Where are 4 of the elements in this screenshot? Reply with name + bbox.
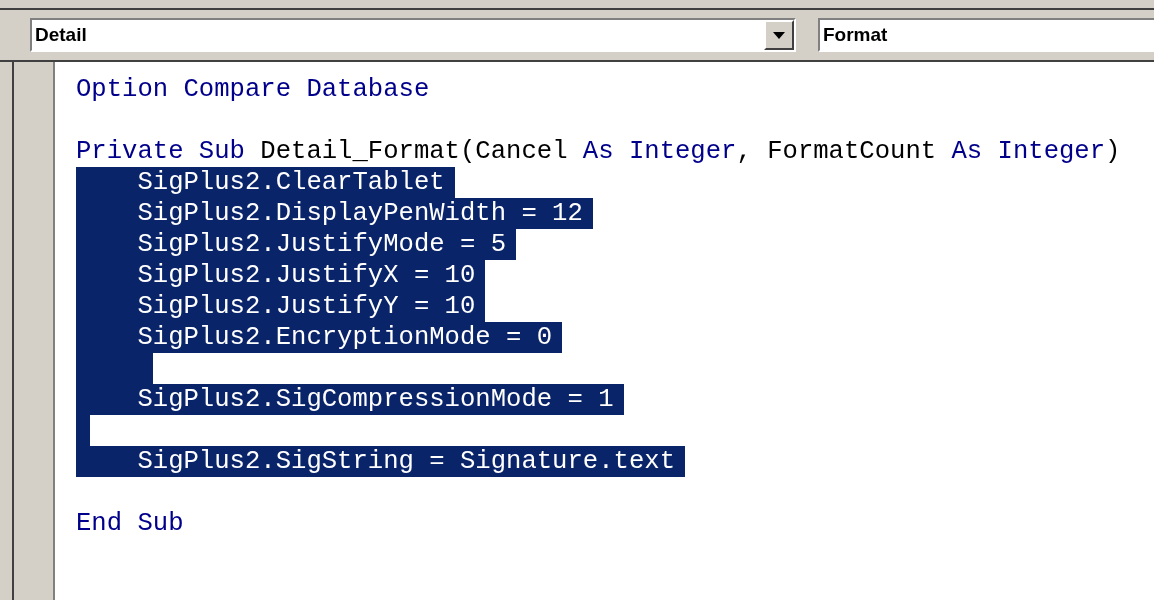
object-dropdown[interactable]: Detail bbox=[30, 18, 796, 52]
dropdown-button[interactable] bbox=[764, 20, 794, 50]
caret-icon bbox=[773, 31, 785, 39]
procedure-dropdown[interactable]: Format bbox=[818, 18, 1154, 52]
